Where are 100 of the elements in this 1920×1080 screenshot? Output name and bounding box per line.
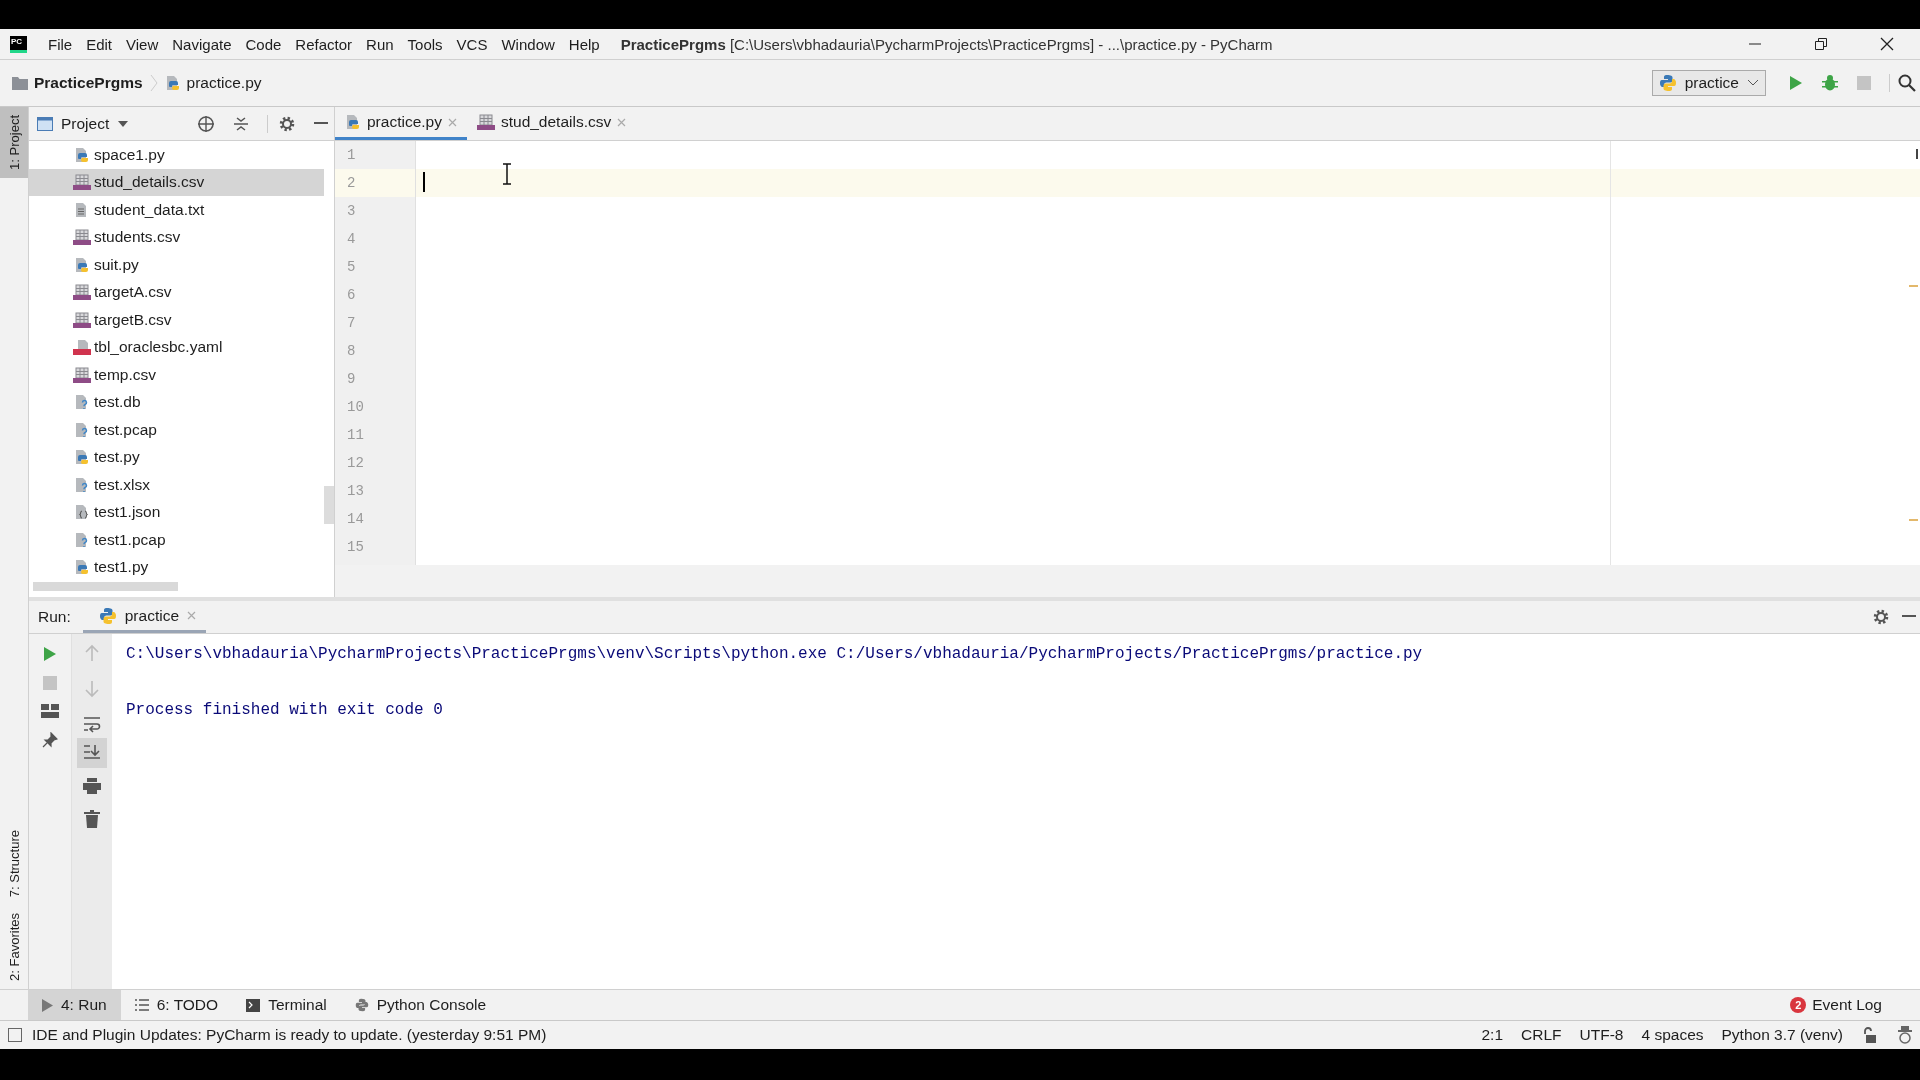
print-icon[interactable] bbox=[83, 778, 101, 794]
search-icon[interactable] bbox=[1898, 74, 1916, 92]
button-label: Event Log bbox=[1812, 996, 1882, 1014]
caret-icon bbox=[1747, 79, 1759, 87]
python-file-icon bbox=[164, 75, 181, 91]
line-number: 4 bbox=[346, 230, 357, 249]
unknown-file-icon bbox=[74, 394, 90, 411]
file-tree-item[interactable]: students.csv bbox=[29, 223, 324, 251]
file-tree-item[interactable]: test.py bbox=[29, 443, 324, 471]
inspector-icon[interactable] bbox=[1896, 1026, 1914, 1044]
tool-window-tab[interactable]: 4: Run bbox=[28, 990, 121, 1020]
status-item[interactable]: 2:1 bbox=[1472, 1026, 1513, 1044]
menu-item[interactable]: VCS bbox=[449, 32, 495, 56]
file-tree-item[interactable]: space1.py bbox=[29, 141, 324, 169]
status-item[interactable]: UTF-8 bbox=[1570, 1026, 1633, 1044]
console-line: C:\Users\vbhadauria\PycharmProjects\PracticePrgms\venv\Scripts\python.exe C:/Users/vbhadauria/PycharmProjects/PracticePrgms/practice.py bbox=[126, 644, 1424, 665]
line-number: 3 bbox=[346, 202, 357, 221]
file-tree-item[interactable]: test.pcap bbox=[29, 416, 324, 444]
locate-icon[interactable] bbox=[197, 114, 215, 133]
python-icon bbox=[354, 998, 369, 1012]
tab-label: Python Console bbox=[376, 996, 487, 1014]
line-number: 9 bbox=[346, 370, 357, 389]
table-file-icon bbox=[73, 174, 91, 191]
table-file-icon bbox=[476, 114, 495, 130]
file-tree-item[interactable]: test.xlsx bbox=[29, 471, 324, 499]
python-file-icon bbox=[74, 559, 90, 576]
soft-wrap-icon[interactable] bbox=[83, 716, 101, 734]
status-item[interactable]: Python 3.7 (venv) bbox=[1712, 1026, 1852, 1044]
unknown-file-icon bbox=[74, 476, 90, 493]
menu-item[interactable]: Edit bbox=[79, 32, 120, 56]
settings-icon[interactable] bbox=[1872, 608, 1890, 626]
caret-icon bbox=[117, 119, 130, 128]
file-tree-item[interactable]: tbl_oraclesbc.yaml bbox=[29, 333, 324, 361]
line-number: 8 bbox=[346, 342, 357, 361]
menu-item[interactable]: File bbox=[41, 32, 80, 56]
file-tree-item[interactable]: test1.pcap bbox=[29, 526, 324, 554]
menu-item[interactable]: Run bbox=[359, 32, 401, 56]
file-tree-item[interactable]: targetA.csv bbox=[29, 278, 324, 306]
bug-icon[interactable] bbox=[1821, 74, 1839, 92]
tool-window-tab[interactable]: Terminal bbox=[232, 990, 341, 1020]
status-icon bbox=[8, 1028, 22, 1042]
restore-icon bbox=[1815, 38, 1827, 50]
list-icon bbox=[134, 999, 149, 1011]
file-tree-item[interactable]: stud_details.csv bbox=[29, 168, 324, 196]
close-icon bbox=[1880, 37, 1894, 51]
tab-label: 4: Run bbox=[61, 996, 107, 1014]
breadcrumb-item[interactable]: practice.py bbox=[186, 74, 262, 92]
line-number: 13 bbox=[346, 482, 365, 501]
mouse-cursor-icon bbox=[502, 163, 512, 185]
side-tab[interactable]: 7: Structure bbox=[0, 821, 28, 906]
unknown-file-icon bbox=[74, 531, 90, 548]
file-tree-item[interactable]: suit.py bbox=[29, 251, 324, 279]
scroll-to-end-button[interactable] bbox=[77, 738, 107, 768]
scroll-to-end-icon bbox=[83, 744, 101, 762]
run-config-dropdown[interactable]: practice bbox=[1651, 70, 1766, 96]
file-tree-item[interactable]: targetB.csv bbox=[29, 306, 324, 334]
run-icon[interactable] bbox=[1789, 75, 1803, 91]
lock-icon[interactable] bbox=[1862, 1027, 1876, 1043]
scrollbar[interactable] bbox=[33, 582, 178, 591]
menu-item[interactable]: Help bbox=[561, 32, 607, 56]
table-file-icon bbox=[73, 284, 91, 301]
folder-icon bbox=[12, 76, 28, 90]
menu-item[interactable]: Refactor bbox=[288, 32, 360, 56]
scrollbar[interactable] bbox=[324, 486, 334, 524]
settings-icon[interactable] bbox=[278, 114, 296, 133]
menu-item[interactable]: Tools bbox=[400, 32, 450, 56]
rerun-icon[interactable] bbox=[43, 646, 57, 662]
event-log-button[interactable]: 2 Event Log bbox=[1790, 996, 1882, 1014]
line-number: 6 bbox=[346, 286, 357, 305]
window-title: PracticePrgms [C:\Users\vbhadauria\PycharmProjects\PracticePrgms] - ...\practice.py - PyCharm bbox=[620, 35, 1273, 53]
pin-icon[interactable] bbox=[42, 732, 58, 748]
menu-item[interactable]: Window bbox=[494, 32, 562, 56]
tool-window-tab[interactable]: Python Console bbox=[340, 990, 501, 1020]
file-tree-item[interactable]: test1.json bbox=[29, 498, 324, 526]
file-tree-item[interactable]: test1.py bbox=[29, 553, 324, 580]
file-tree-item[interactable]: student_data.txt bbox=[29, 196, 324, 224]
python-file-icon bbox=[345, 114, 361, 130]
menu-item[interactable]: Navigate bbox=[165, 32, 239, 56]
collapse-icon[interactable] bbox=[233, 114, 249, 133]
trash-icon[interactable] bbox=[84, 810, 100, 828]
tool-window-tab[interactable]: 6: TODO bbox=[120, 990, 233, 1020]
file-tree-item[interactable]: test.db bbox=[29, 388, 324, 416]
menu-item[interactable]: Code bbox=[238, 32, 289, 56]
status-item[interactable]: 4 spaces bbox=[1632, 1026, 1713, 1044]
editor-tab[interactable]: stud_details.csv bbox=[466, 107, 637, 140]
side-tab[interactable]: 2: Favorites bbox=[0, 905, 28, 989]
status-item[interactable]: CRLF bbox=[1512, 1026, 1571, 1044]
project-view-dropdown[interactable]: Project bbox=[37, 114, 130, 133]
line-number: 10 bbox=[346, 398, 365, 417]
python-file-icon bbox=[74, 256, 90, 273]
line-number: 2 bbox=[335, 169, 415, 197]
file-tree-item[interactable]: temp.csv bbox=[29, 361, 324, 389]
hide-icon[interactable] bbox=[1902, 615, 1916, 619]
breadcrumb-item[interactable]: PracticePrgms bbox=[34, 74, 143, 92]
line-number: 11 bbox=[346, 426, 365, 445]
side-tab[interactable]: 1: Project bbox=[0, 107, 28, 178]
console-line: Process finished with exit code 0 bbox=[126, 700, 444, 721]
python-file-icon bbox=[74, 146, 90, 163]
layout-icon[interactable] bbox=[41, 704, 59, 718]
menu-item[interactable]: View bbox=[119, 32, 166, 56]
